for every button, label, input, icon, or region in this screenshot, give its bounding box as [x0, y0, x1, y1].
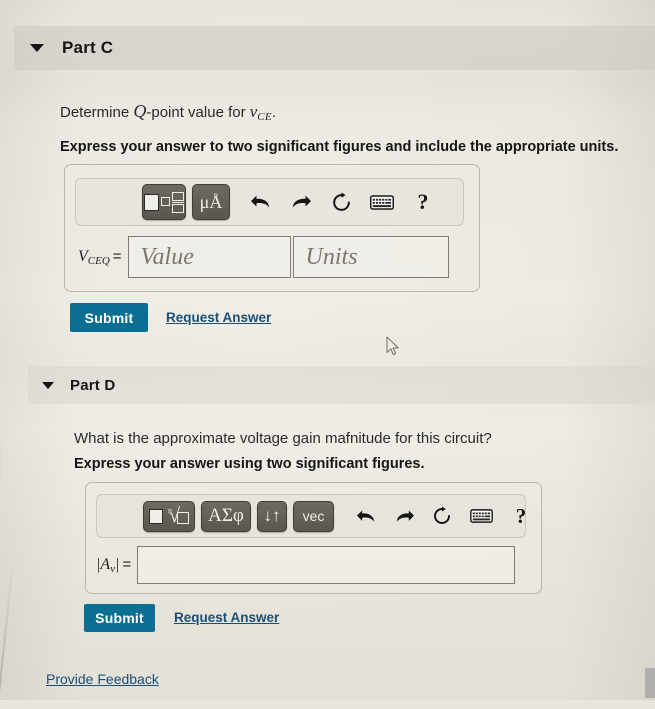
math-template-button[interactable]: n √	[143, 500, 195, 532]
chevron-down-icon[interactable]	[30, 44, 44, 52]
mouse-cursor	[386, 336, 402, 358]
math-template-icon: n √	[149, 506, 189, 526]
part-c-question: Determine Q-point value for vCE.	[60, 101, 277, 123]
help-icon[interactable]: ?	[506, 502, 536, 530]
part-d-answer-label: |Av| =	[96, 556, 132, 575]
help-icon[interactable]: ?	[408, 187, 438, 217]
arrows-button[interactable]: ↓↑	[257, 500, 287, 532]
part-d-instruction: Express your answer using two significan…	[74, 456, 425, 472]
keyboard-icon[interactable]	[364, 187, 400, 217]
part-d-request-answer-link[interactable]: Request Answer	[174, 610, 279, 625]
part-d-submit-button[interactable]: Submit	[84, 604, 155, 632]
part-d-value-input[interactable]	[137, 546, 516, 584]
part-c-submit-button[interactable]: Submit	[70, 303, 148, 332]
part-d-question: What is the approximate voltage gain maf…	[74, 430, 492, 447]
part-c-instruction: Express your answer to two significant f…	[60, 139, 619, 155]
keyboard-icon[interactable]	[464, 502, 498, 530]
part-d-answer-row: |Av| =	[96, 546, 516, 584]
part-c-question-symbol-q: Q	[133, 101, 147, 121]
part-c-units-input[interactable]: Units	[292, 236, 449, 278]
part-c-title: Part C	[62, 38, 114, 57]
reset-icon[interactable]	[324, 187, 358, 217]
part-c-answer-row: VCEQ = Value Units	[78, 236, 449, 278]
vector-button[interactable]: vec	[293, 500, 334, 532]
reset-icon[interactable]	[426, 502, 458, 530]
part-c-question-middle: -point value for	[146, 104, 250, 121]
part-c-answer-label: VCEQ =	[78, 248, 122, 267]
undo-icon[interactable]	[350, 502, 382, 530]
part-c-value-input[interactable]: Value	[127, 236, 291, 278]
part-c-header[interactable]: Part C	[14, 26, 655, 70]
part-c-units-placeholder: Units	[305, 243, 358, 270]
math-template-icon	[144, 191, 184, 213]
redo-icon[interactable]	[284, 187, 318, 217]
part-c-toolbar: μÅ ?	[75, 178, 464, 226]
part-c-request-answer-link[interactable]: Request Answer	[166, 310, 271, 325]
redo-icon[interactable]	[388, 502, 420, 530]
provide-feedback-link[interactable]: Provide Feedback	[46, 671, 159, 687]
part-c-value-placeholder: Value	[140, 243, 194, 270]
chevron-down-icon[interactable]	[42, 381, 54, 389]
content-root: Part C Determine Q-point value for vCE. …	[0, 0, 655, 700]
part-c-question-suffix: .	[271, 104, 277, 121]
math-template-button[interactable]	[142, 184, 186, 220]
part-d-toolbar: n √ ΑΣφ ↓↑ vec ?	[96, 494, 526, 538]
part-d-title: Part D	[70, 376, 116, 394]
units-button[interactable]: μÅ	[192, 184, 230, 220]
undo-icon[interactable]	[244, 187, 278, 217]
greek-symbols-button[interactable]: ΑΣφ	[201, 500, 251, 532]
part-d-header[interactable]: Part D	[28, 366, 655, 404]
part-c-question-prefix: Determine	[60, 104, 134, 121]
part-c-question-symbol-v: vCE	[249, 102, 272, 123]
